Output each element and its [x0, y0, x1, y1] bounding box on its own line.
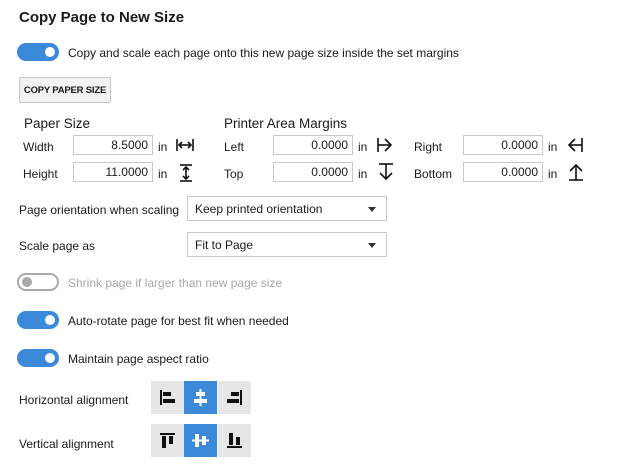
- align-center-vertical-icon: [192, 434, 209, 447]
- arrow-to-right-bar-icon: [376, 136, 394, 157]
- shrink-label: Shrink page if larger than new page size: [68, 276, 283, 290]
- width-input[interactable]: 8.5000: [73, 135, 153, 155]
- copy-paper-size-button[interactable]: COPY PAPER SIZE: [19, 77, 111, 103]
- align-left-button[interactable]: [151, 381, 184, 414]
- left-margin-unit: in: [358, 140, 368, 154]
- align-center-horizontal-button[interactable]: [184, 381, 217, 414]
- orientation-label: Page orientation when scaling: [19, 203, 180, 217]
- scale-value: Fit to Page: [195, 238, 254, 252]
- chevron-down-icon: [368, 207, 376, 212]
- align-left-icon: [160, 390, 175, 405]
- width-arrows-icon: [175, 137, 195, 156]
- align-center-horizontal-icon: [194, 389, 207, 406]
- arrow-to-left-bar-icon: [566, 136, 584, 157]
- width-label: Width: [23, 140, 54, 154]
- height-unit: in: [158, 167, 168, 181]
- orientation-select[interactable]: Keep printed orientation: [187, 196, 387, 221]
- aspect-ratio-toggle[interactable]: [17, 349, 59, 367]
- height-label: Height: [23, 167, 58, 181]
- align-bottom-button[interactable]: [218, 424, 251, 457]
- align-right-button[interactable]: [218, 381, 251, 414]
- autorotate-label: Auto-rotate page for best fit when neede…: [68, 314, 289, 328]
- top-margin-label: Top: [224, 167, 244, 181]
- width-unit: in: [158, 140, 168, 154]
- right-margin-unit: in: [548, 140, 558, 154]
- left-margin-label: Left: [224, 140, 245, 154]
- scale-label: Scale page as: [19, 239, 96, 253]
- align-center-vertical-button[interactable]: [184, 424, 217, 457]
- align-bottom-icon: [227, 433, 242, 448]
- vertical-alignment-label: Vertical alignment: [19, 437, 114, 451]
- height-arrows-icon: [178, 163, 194, 186]
- height-input[interactable]: 11.0000: [73, 162, 153, 182]
- top-margin-input[interactable]: 0.0000: [273, 162, 353, 182]
- align-right-icon: [227, 390, 242, 405]
- bottom-margin-input[interactable]: 0.0000: [463, 162, 543, 182]
- left-margin-input[interactable]: 0.0000: [273, 135, 353, 155]
- horizontal-alignment-label: Horizontal alignment: [19, 393, 129, 407]
- bottom-margin-label: Bottom: [414, 167, 453, 181]
- copy-scale-label: Copy and scale each page onto this new p…: [68, 46, 459, 60]
- scale-select[interactable]: Fit to Page: [187, 232, 387, 257]
- arrow-up-bar-icon: [567, 162, 585, 185]
- toggle-knob: [22, 277, 32, 287]
- toggle-knob: [45, 353, 55, 363]
- toggle-knob: [45, 47, 55, 57]
- arrow-down-bar-icon: [377, 162, 395, 185]
- top-margin-unit: in: [358, 167, 368, 181]
- aspect-ratio-label: Maintain page aspect ratio: [68, 352, 209, 366]
- copy-scale-toggle[interactable]: [17, 43, 59, 61]
- shrink-toggle[interactable]: [17, 273, 59, 291]
- chevron-down-icon: [368, 243, 376, 248]
- toggle-knob: [45, 315, 55, 325]
- paper-size-heading: Paper Size: [24, 116, 91, 131]
- align-top-button[interactable]: [151, 424, 184, 457]
- dialog-title: Copy Page to New Size: [19, 9, 185, 26]
- right-margin-label: Right: [414, 140, 443, 154]
- orientation-value: Keep printed orientation: [195, 202, 323, 216]
- autorotate-toggle[interactable]: [17, 311, 59, 329]
- bottom-margin-unit: in: [548, 167, 558, 181]
- right-margin-input[interactable]: 0.0000: [463, 135, 543, 155]
- align-top-icon: [160, 433, 175, 448]
- margins-heading: Printer Area Margins: [224, 116, 348, 131]
